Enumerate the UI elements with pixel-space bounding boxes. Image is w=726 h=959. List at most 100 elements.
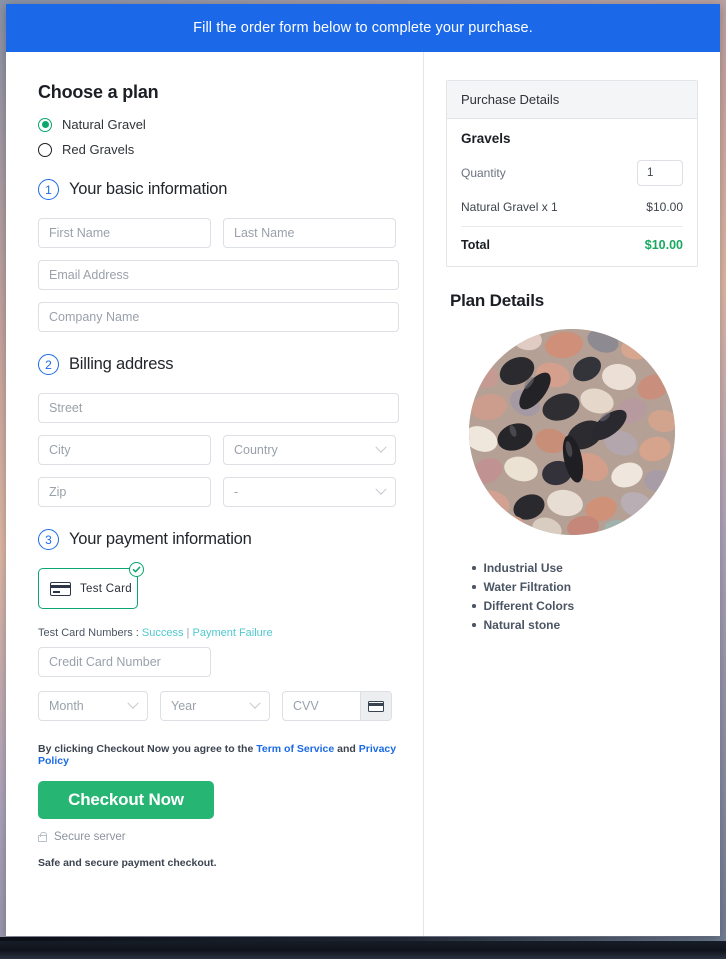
summary-column: Purchase Details Gravels Quantity 1 Natu… [424,52,720,936]
quantity-input[interactable]: 1 [637,160,683,186]
gravel-stones-photo [469,329,675,535]
street-row: Street [38,393,399,423]
company-name-input[interactable]: Company Name [38,302,399,332]
city-input[interactable]: City [38,435,211,465]
country-select[interactable]: Country [223,435,396,465]
choose-plan-heading: Choose a plan [38,82,159,102]
zip-input[interactable]: Zip [38,477,211,507]
step-payment-information: 3 Your payment information [38,529,399,550]
terms-middle: and [334,743,359,755]
line-item-label: Natural Gravel x 1 [461,200,558,214]
name-row: First Name Last Name [38,218,399,248]
test-card-numbers-row: Test Card Numbers : Success | Payment Fa… [38,627,399,639]
credit-card-icon [50,581,71,596]
terms-prefix: By clicking Checkout Now you agree to th… [38,743,257,755]
company-row: Company Name [38,302,399,332]
card-back-icon [368,700,384,712]
terms-text: By clicking Checkout Now you agree to th… [38,743,399,767]
city-country-row: City Country [38,435,399,465]
email-row: Email Address [38,260,399,290]
year-select[interactable]: Year [160,691,270,721]
expiry-cvv-row: Month Year CVV [38,691,399,721]
credit-card-number-row: Credit Card Number [38,647,399,677]
desktop-background-strip [0,937,726,959]
step-title: Billing address [69,355,174,373]
checkout-now-button[interactable]: Checkout Now [38,781,214,819]
cvv-help-button[interactable] [360,692,391,720]
link-terms-of-service[interactable]: Term of Service [256,743,334,755]
test-card-numbers-label: Test Card Numbers : [38,627,142,639]
plan-feature-list: Industrial Use Water Filtration Differen… [472,561,698,632]
step-billing-address: 2 Billing address [38,354,399,375]
total-label: Total [461,238,490,252]
plan-image-wrapper [446,329,698,535]
feature-label: Water Filtration [483,580,572,594]
link-payment-failure[interactable]: Payment Failure [192,627,272,639]
feature-label: Industrial Use [483,561,563,575]
payment-method-test-card[interactable]: Test Card [38,562,144,609]
quantity-label: Quantity [461,166,506,180]
step-number-badge: 3 [38,529,59,550]
step-number-badge: 1 [38,179,59,200]
total-amount: $10.00 [644,238,683,252]
chevron-down-icon [375,483,387,495]
state-select-value: - [234,485,239,499]
secure-server-label: Secure server [54,831,126,843]
month-select-value: Month [49,699,84,713]
top-banner: Fill the order form below to complete yo… [6,4,720,52]
plan-option-natural-gravel[interactable]: Natural Gravel [38,117,399,132]
purchase-details-body: Gravels Quantity 1 Natural Gravel x 1 $1… [447,119,697,266]
feature-label: Different Colors [483,599,575,613]
step-title: Your payment information [69,530,252,548]
lock-icon [38,831,47,842]
street-input[interactable]: Street [38,393,399,423]
link-success[interactable]: Success [142,627,184,639]
list-item: Natural stone [472,618,698,632]
step-basic-information: 1 Your basic information [38,179,399,200]
line-item-price: $10.00 [646,200,683,214]
bullet-dot-icon [472,566,476,570]
radio-red-gravels[interactable] [38,142,52,157]
secure-server-row: Secure server [38,831,399,843]
purchase-details-panel: Purchase Details Gravels Quantity 1 Natu… [446,80,698,267]
quantity-row: Quantity 1 [461,160,683,186]
cvv-input[interactable]: CVV [283,699,360,713]
email-input[interactable]: Email Address [38,260,399,290]
step-number-badge: 2 [38,354,59,375]
radio-natural-gravel[interactable] [38,117,52,132]
month-select[interactable]: Month [38,691,148,721]
plan-option-red-gravels[interactable]: Red Gravels [38,142,399,157]
order-form-column: Choose a plan Natural Gravel Red Gravels… [6,52,424,936]
country-select-value: Country [234,443,278,457]
bullet-dot-icon [472,604,476,608]
payment-method-label: Test Card [80,582,132,595]
bullet-dot-icon [472,585,476,589]
year-select-value: Year [171,699,197,713]
check-circle-icon [129,562,144,577]
last-name-input[interactable]: Last Name [223,218,396,248]
plan-details-heading: Plan Details [450,291,544,310]
first-name-input[interactable]: First Name [38,218,211,248]
safe-checkout-note: Safe and secure payment checkout. [38,857,217,869]
credit-card-number-input[interactable]: Credit Card Number [38,647,211,677]
total-row: Total $10.00 [461,227,683,252]
step-title: Your basic information [69,180,228,198]
plan-option-label: Red Gravels [62,142,135,157]
plan-option-label: Natural Gravel [62,117,146,132]
cvv-field-group: CVV [282,691,392,721]
zip-state-row: Zip - [38,477,399,507]
page-columns: Choose a plan Natural Gravel Red Gravels… [6,52,720,936]
list-item: Different Colors [472,599,698,613]
banner-text: Fill the order form below to complete yo… [193,20,533,36]
state-select[interactable]: - [223,477,396,507]
chevron-down-icon [127,697,139,709]
list-item: Water Filtration [472,580,698,594]
chevron-down-icon [249,697,261,709]
list-item: Industrial Use [472,561,698,575]
feature-label: Natural stone [483,618,561,632]
bullet-dot-icon [472,623,476,627]
chevron-down-icon [375,441,387,453]
line-item-row: Natural Gravel x 1 $10.00 [461,200,683,227]
product-title: Gravels [461,131,511,146]
purchase-details-header: Purchase Details [447,81,697,119]
